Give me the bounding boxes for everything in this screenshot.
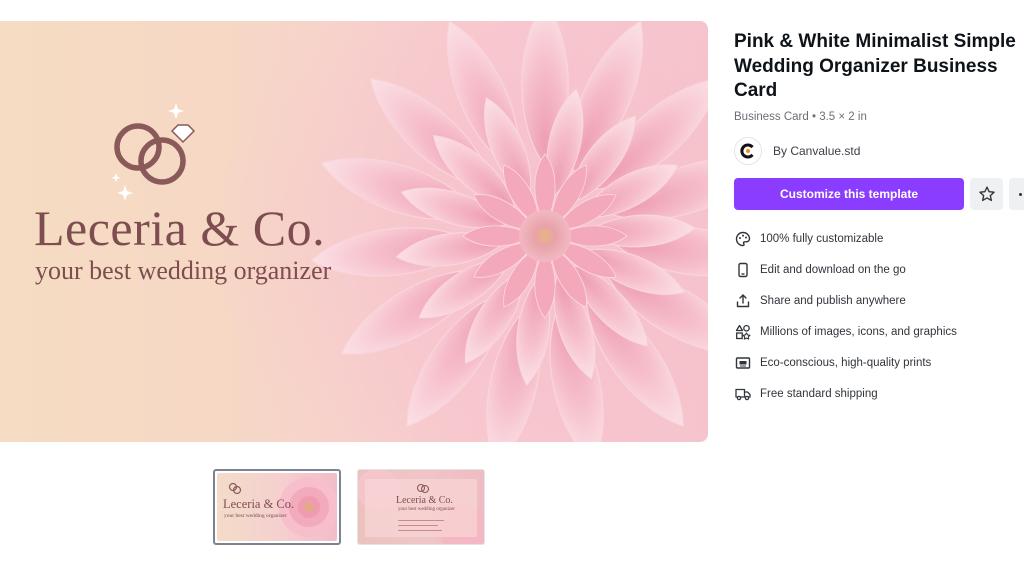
template-title: Pink & White Minimalist Simple Wedding O… [734,31,1016,101]
brand-tagline: your best wedding organizer [35,256,332,285]
author-row[interactable]: By Canvalue.std [734,137,860,165]
canvalue-logo-icon [740,143,754,159]
palette-icon [734,230,752,248]
customize-template-button[interactable]: Customize this template [734,178,964,210]
thumbnail-title: Leceria & Co. [223,497,295,511]
thumbnail-subtitle: your best wedding organizer [398,507,455,512]
template-preview[interactable]: Leceria & Co. your best wedding organize… [0,21,708,442]
template-meta: Business Card • 3.5 × 2 in [734,111,867,123]
more-options-button[interactable] [1009,178,1024,210]
feature-item: Share and publish anywhere [734,285,1024,316]
more-dots-icon [1019,192,1022,196]
feature-label: Eco-conscious, high-quality prints [760,356,932,369]
template-info-panel: Pink & White Minimalist Simple Wedding O… [734,30,1024,400]
feature-item: Free standard shipping [734,378,1024,409]
avatar [734,137,762,165]
mobile-phone-icon [734,261,752,279]
thumbnail-page-1[interactable]: Leceria & Co. your best wedding organize… [213,469,341,545]
star-icon [978,186,995,202]
feature-label: Share and publish anywhere [760,294,906,307]
feature-item: 100% fully customizable [734,223,1024,254]
brand-name: Leceria & Co. [34,200,326,256]
thumbnail-page-2[interactable]: Leceria & Co. your best wedding organize… [357,469,485,545]
wedding-rings-icon [111,103,196,201]
truck-icon [734,385,752,403]
feature-item: Millions of images, icons, and graphics [734,316,1024,347]
thumbnail-title: Leceria & Co. [396,495,453,506]
feature-item: Edit and download on the go [734,254,1024,285]
shapes-icon [734,323,752,341]
thumbnail-rings-icon [416,483,430,494]
author-name[interactable]: By Canvalue.std [773,144,860,158]
print-icon [734,354,752,372]
feature-item: Eco-conscious, high-quality prints [734,347,1024,378]
feature-label: Edit and download on the go [760,263,906,276]
feature-label: Free standard shipping [760,387,878,400]
thumbnail-subtitle: your best wedding organizer [224,513,287,519]
favorite-button[interactable] [970,178,1003,210]
share-icon [734,292,752,310]
feature-label: 100% fully customizable [760,232,884,245]
feature-label: Millions of images, icons, and graphics [760,325,957,338]
feature-list: 100% fully customizable Edit and downloa… [734,223,1024,409]
